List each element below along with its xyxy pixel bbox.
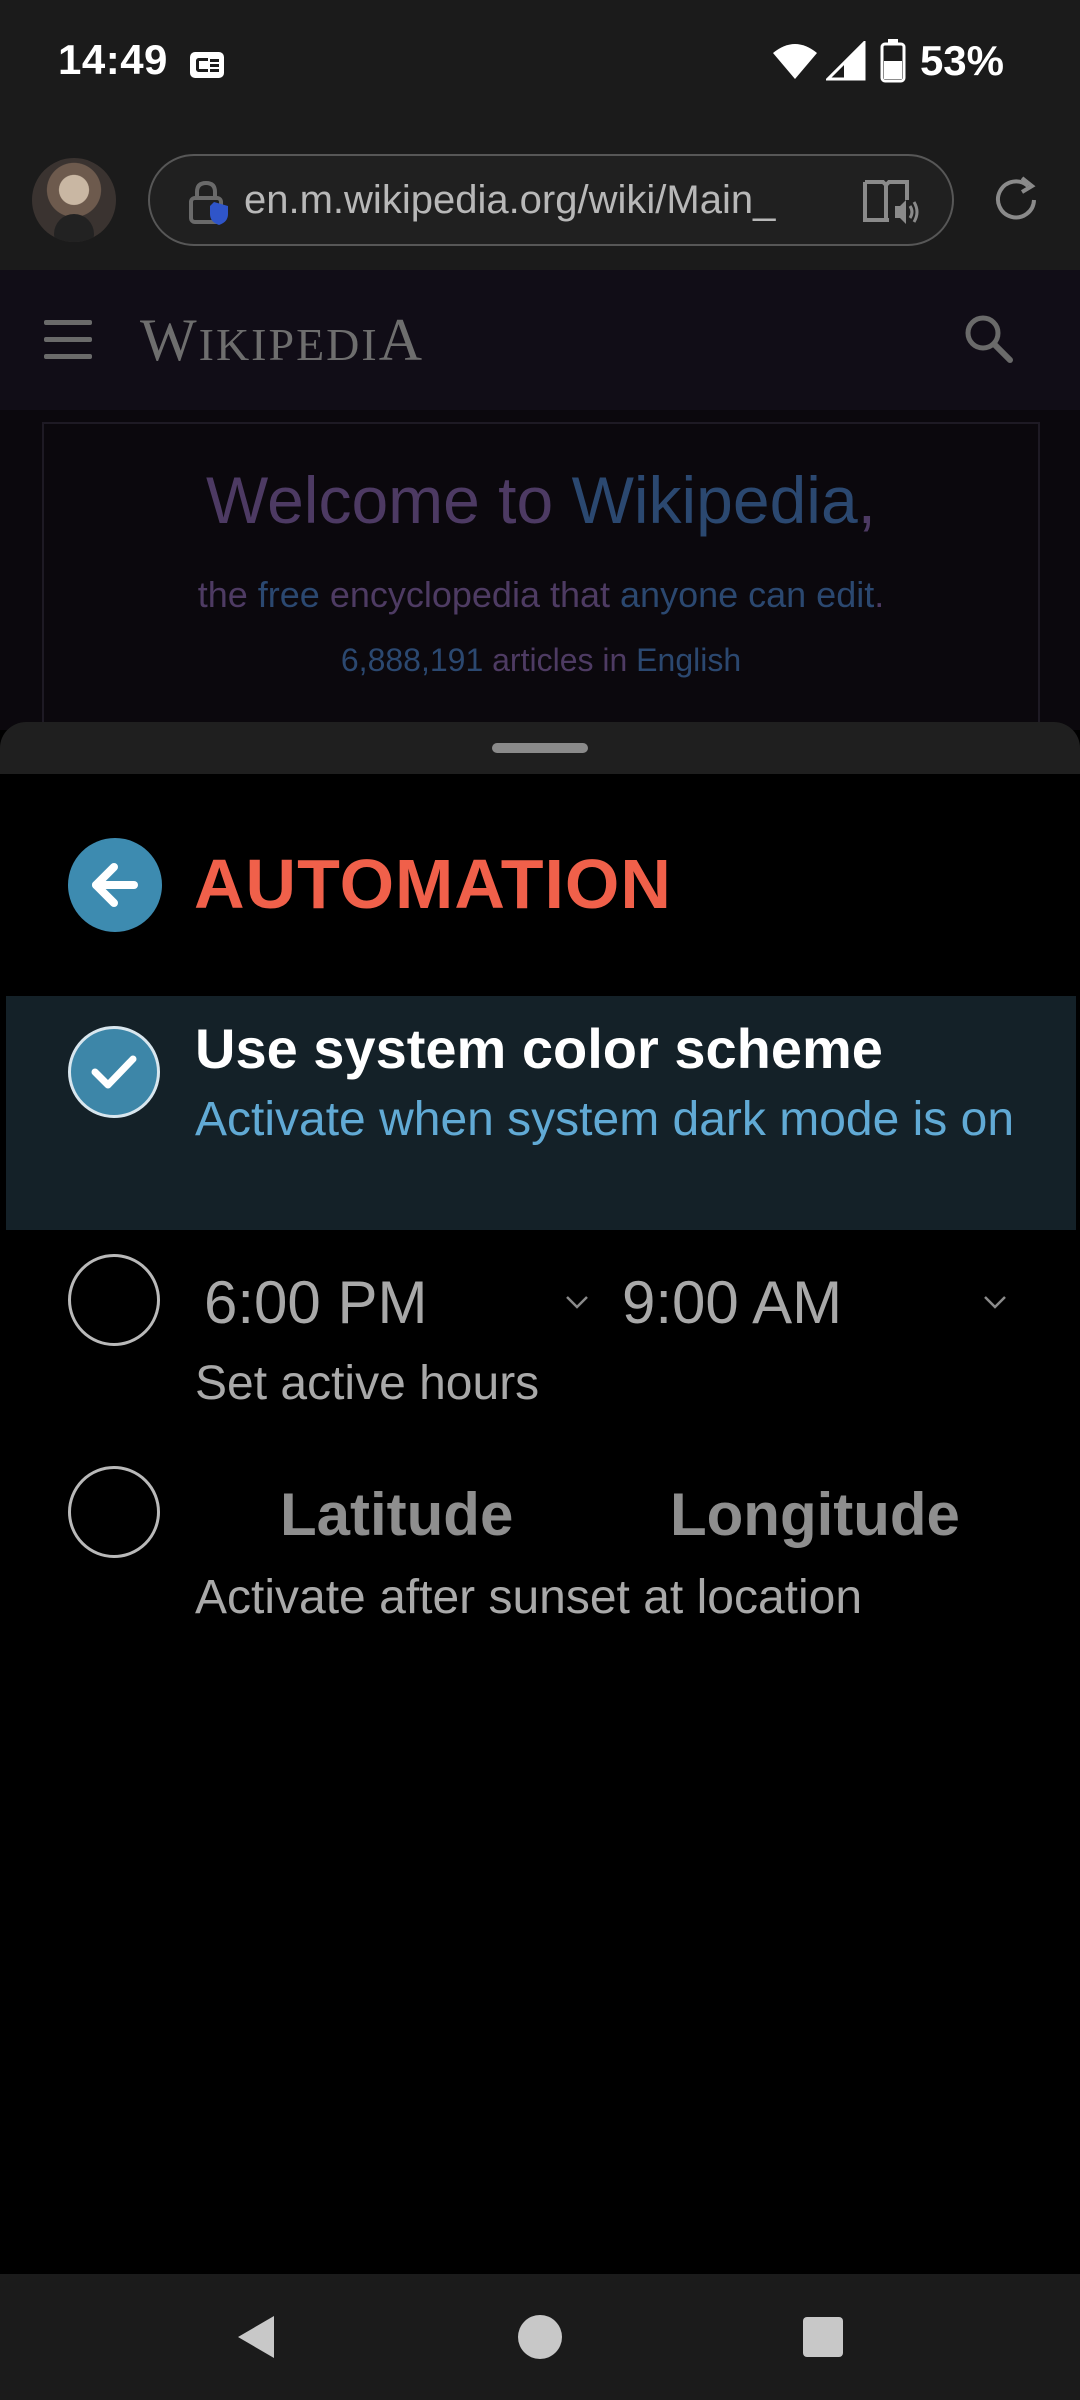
article-count-link[interactable]: 6,888,191: [341, 642, 483, 678]
option-sunset-subtitle: Activate after sunset at location: [195, 1571, 863, 1624]
browser-toolbar: en.m.wikipedia.org/wiki/Main_: [0, 130, 1080, 270]
sheet-title: AUTOMATION: [194, 845, 672, 923]
site-security-icon[interactable]: [188, 180, 232, 226]
wifi-icon: [772, 44, 817, 79]
option-system-radio[interactable]: [68, 1026, 160, 1118]
status-bar: 14:49 53%: [0, 0, 1080, 130]
recents-nav-icon[interactable]: [802, 2316, 844, 2358]
welcome-subtitle: the free encyclopedia that anyone can ed…: [197, 574, 885, 615]
option-system-color-scheme[interactable]: Use system color scheme Activate when sy…: [6, 996, 1076, 1230]
screen-record-icon: [190, 52, 224, 78]
battery-percentage: 53%: [919, 37, 1004, 84]
wikipedia-page: WIKIPEDIA Welcome to Wikipedia, the free…: [0, 270, 1080, 742]
wikipedia-link[interactable]: Wikipedia: [572, 463, 858, 537]
welcome-title: Welcome to Wikipedia,: [205, 463, 877, 537]
status-time: 14:49: [58, 36, 168, 83]
url-bar[interactable]: en.m.wikipedia.org/wiki/Main_: [148, 154, 954, 246]
option-system-subtitle: Activate when system dark mode is on: [195, 1093, 1015, 1146]
option-active-hours[interactable]: 6:00 PM 9:00 AM Set active hours: [6, 1230, 1076, 1440]
home-nav-icon[interactable]: [516, 2313, 564, 2361]
article-count: 6,888,191 articles in English: [340, 642, 742, 678]
signal-icon: [825, 41, 866, 81]
reader-mode-icon[interactable]: [862, 178, 920, 226]
check-icon: [91, 1055, 137, 1089]
end-time-select[interactable]: 9:00 AM: [622, 1268, 842, 1337]
option-sunset-location[interactable]: Latitude Longitude Activate after sunset…: [6, 1440, 1076, 1650]
welcome-box: Welcome to Wikipedia, the free encyclope…: [42, 422, 1040, 742]
option-sunset-radio[interactable]: [68, 1466, 160, 1558]
back-button[interactable]: [68, 838, 162, 932]
url-text[interactable]: en.m.wikipedia.org/wiki/Main_: [244, 178, 844, 223]
start-time-select[interactable]: 6:00 PM: [204, 1268, 427, 1337]
free-link[interactable]: free: [258, 574, 320, 615]
wikipedia-logo[interactable]: WIKIPEDIA: [140, 306, 424, 375]
sheet-drag-handle[interactable]: [492, 743, 588, 753]
option-system-title: Use system color scheme: [195, 1017, 883, 1080]
sheet-drag-area[interactable]: [0, 722, 1080, 774]
battery-icon: [880, 39, 906, 83]
english-link[interactable]: English: [636, 642, 741, 678]
latitude-input[interactable]: Latitude: [222, 1480, 602, 1549]
longitude-input[interactable]: Longitude: [670, 1480, 1010, 1549]
chevron-down-icon[interactable]: [564, 1294, 590, 1310]
navigation-bar: [0, 2274, 1080, 2400]
menu-icon[interactable]: [44, 320, 92, 360]
search-icon[interactable]: [962, 312, 1014, 364]
option-hours-radio[interactable]: [68, 1254, 160, 1346]
back-nav-icon[interactable]: [234, 2313, 278, 2361]
profile-avatar[interactable]: [32, 158, 116, 242]
automation-sheet: AUTOMATION Use system color scheme Activ…: [0, 722, 1080, 2274]
screen: 14:49 53% en.m.wikipedia.org/wiki/Main_ …: [0, 0, 1080, 2400]
option-hours-subtitle: Set active hours: [195, 1357, 540, 1410]
chevron-down-icon[interactable]: [982, 1294, 1008, 1310]
wiki-header: WIKIPEDIA: [0, 270, 1080, 410]
arrow-left-icon: [92, 863, 138, 907]
anyone-can-edit-link[interactable]: anyone can edit: [620, 574, 874, 615]
status-icons: 53%: [772, 36, 1004, 86]
refresh-icon[interactable]: [990, 174, 1042, 226]
